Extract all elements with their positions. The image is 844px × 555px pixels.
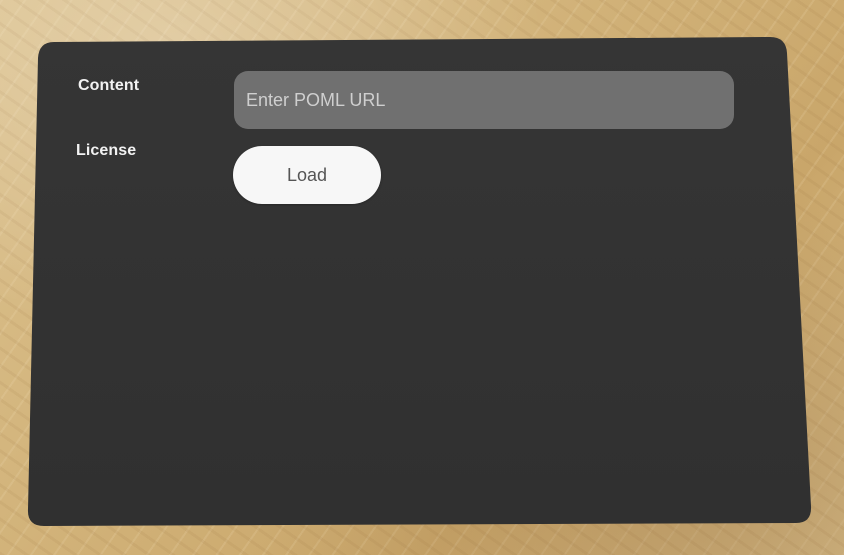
content-label: Content: [78, 77, 140, 94]
poml-url-input[interactable]: [234, 71, 734, 129]
load-content-panel: Content License Load: [0, 0, 844, 555]
license-label: License: [76, 142, 137, 159]
load-button[interactable]: Load: [233, 146, 381, 204]
